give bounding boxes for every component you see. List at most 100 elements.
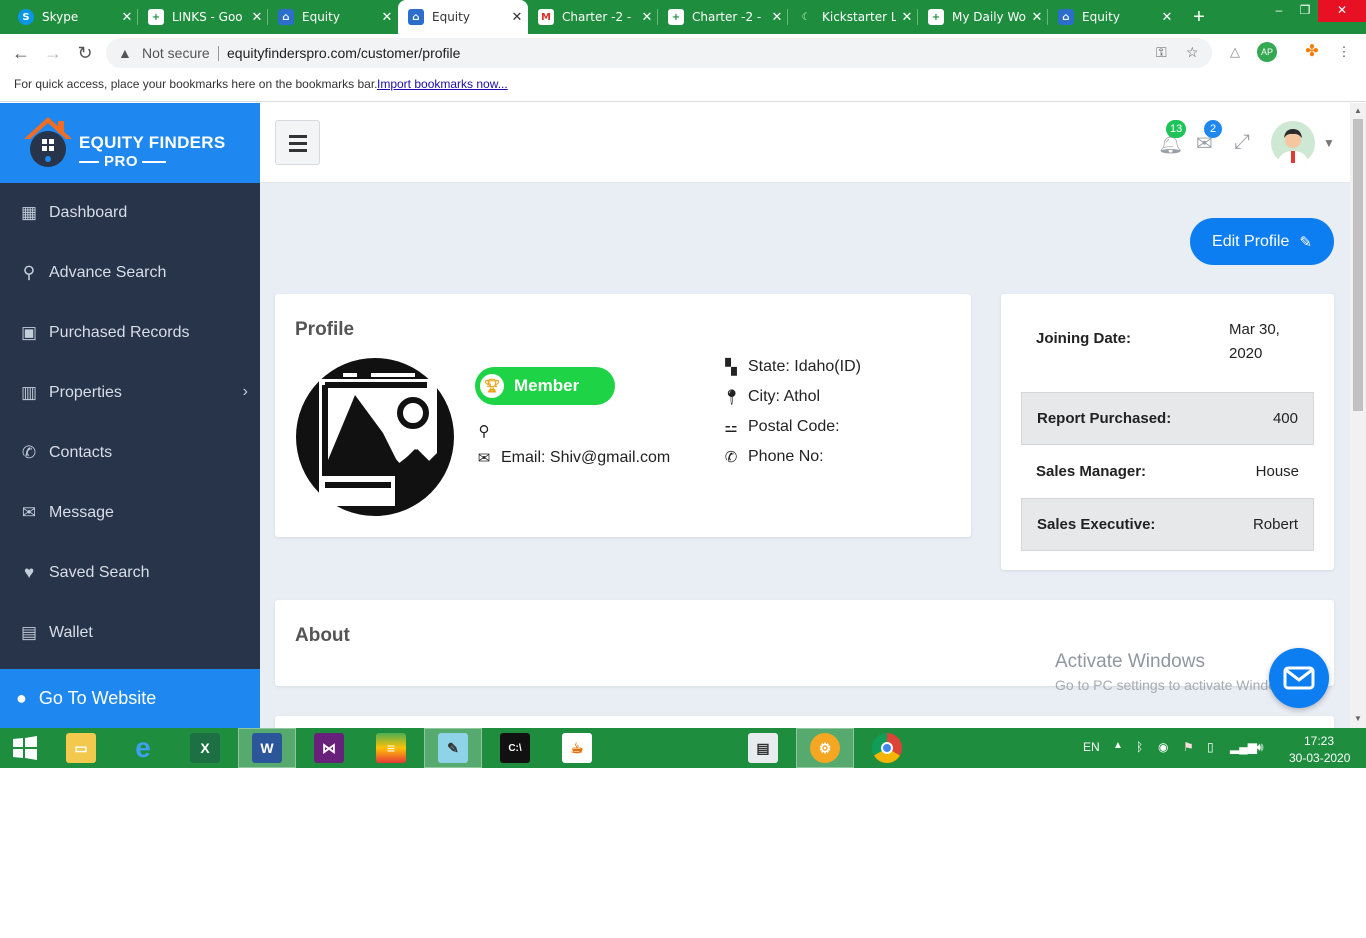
page-scrollbar[interactable]: ▲ ▼ bbox=[1350, 103, 1366, 728]
sidebar-item-purchased-records[interactable]: ▣ Purchased Records bbox=[0, 303, 260, 363]
building-icon: ▥ bbox=[20, 383, 38, 402]
excel-icon: X bbox=[190, 733, 220, 763]
close-icon[interactable]: ✕ bbox=[766, 10, 788, 25]
sidebar-item-properties[interactable]: ▥ Properties › bbox=[0, 363, 260, 423]
taskbar-java[interactable]: ☕︎ bbox=[548, 728, 606, 768]
sidebar-item-contacts[interactable]: ✆ Contacts bbox=[0, 423, 260, 483]
scroll-up-icon[interactable]: ▲ bbox=[1353, 106, 1363, 115]
notepad-icon: ✎ bbox=[438, 733, 468, 763]
close-icon[interactable]: ✕ bbox=[246, 10, 268, 25]
sidebar-item-saved-search[interactable]: ♥ Saved Search bbox=[0, 543, 260, 603]
sales-manager-label: Sales Manager: bbox=[1036, 463, 1147, 480]
volume-icon[interactable]: 🔊︎ bbox=[1256, 740, 1264, 755]
sidebar-item-label: Dashboard bbox=[49, 204, 128, 221]
window-app-icon: ▤ bbox=[748, 733, 778, 763]
profile-image-placeholder-icon bbox=[296, 358, 454, 516]
tab-title: Kickstarter L bbox=[822, 10, 896, 24]
logo[interactable]: EQUITY FINDERS PRO bbox=[0, 103, 260, 183]
report-purchased-label: Report Purchased: bbox=[1037, 410, 1172, 427]
tab-equity-2[interactable]: ⌂ Equity ✕ bbox=[1048, 0, 1178, 34]
envelope-icon bbox=[1283, 666, 1315, 690]
taskbar-word[interactable]: W bbox=[238, 728, 296, 768]
new-tab-button[interactable]: + bbox=[1186, 4, 1212, 30]
bluetooth-icon[interactable]: ᛒ bbox=[1136, 740, 1143, 754]
clock-date[interactable]: 30-03-2020 bbox=[1289, 751, 1350, 765]
taskbar-notepad[interactable]: ✎ bbox=[424, 728, 482, 768]
sheets-icon: + bbox=[148, 9, 164, 25]
avatar[interactable] bbox=[1271, 121, 1315, 165]
map-icon: ▚ bbox=[725, 359, 737, 376]
tab-kickstarter[interactable]: ☾ Kickstarter L ✕ bbox=[788, 0, 918, 34]
close-icon[interactable]: ✕ bbox=[896, 10, 918, 25]
tab-links[interactable]: + LINKS - Goo ✕ bbox=[138, 0, 268, 34]
start-button[interactable] bbox=[0, 728, 50, 768]
taskbar-excel[interactable]: X bbox=[176, 728, 234, 768]
tab-charter-mail[interactable]: M Charter -2 - ✕ bbox=[528, 0, 658, 34]
membership-badge: 🏆︎ Member bbox=[475, 367, 615, 405]
go-to-website-label: Go To Website bbox=[38, 688, 157, 708]
forward-button[interactable]: → bbox=[42, 42, 64, 64]
import-bookmarks-link[interactable]: Import bookmarks now... bbox=[377, 77, 508, 91]
flag-icon[interactable]: ⚑ bbox=[1183, 740, 1194, 754]
address-bar[interactable]: ▲ Not secure equityfinderspro.com/custom… bbox=[106, 38, 1212, 68]
extension-fox-icon[interactable]: ✤ bbox=[1302, 42, 1322, 62]
chevron-down-icon[interactable]: ▼ bbox=[1323, 136, 1335, 150]
sidebar-item-dashboard[interactable]: ▦ Dashboard bbox=[0, 183, 260, 243]
edit-profile-button[interactable]: Edit Profile ✎ bbox=[1190, 218, 1334, 265]
fullscreen-icon[interactable]: ⤢ bbox=[1234, 131, 1250, 154]
close-icon[interactable]: ✕ bbox=[636, 10, 658, 25]
sidebar-item-label: Properties bbox=[49, 384, 122, 401]
taskbar-visual-studio[interactable]: ⋈ bbox=[300, 728, 358, 768]
phone-row: ✆ Phone No: bbox=[722, 448, 824, 466]
battery-icon[interactable]: ▯ bbox=[1207, 740, 1214, 754]
minimize-button[interactable]: – bbox=[1264, 0, 1294, 22]
taskbar-settings-app[interactable]: ⚙ bbox=[796, 728, 854, 768]
taskbar-bluestacks[interactable]: ≡ bbox=[362, 728, 420, 768]
bookmarks-bar: For quick access, place your bookmarks h… bbox=[0, 72, 1366, 102]
sidebar-item-message[interactable]: ✉ Message bbox=[0, 483, 260, 543]
signal-icon[interactable]: ▂▄▆ bbox=[1230, 740, 1257, 754]
extension-ap-icon[interactable]: AP bbox=[1257, 42, 1277, 62]
phone-icon: ✆ bbox=[724, 449, 738, 466]
reload-button[interactable]: ↻ bbox=[74, 42, 96, 64]
scroll-thumb[interactable] bbox=[1353, 119, 1363, 411]
tab-skype[interactable]: S Skype ✕ bbox=[8, 0, 138, 34]
taskbar-file-explorer[interactable]: ▭ bbox=[52, 728, 110, 768]
key-icon[interactable]: ⚿ bbox=[1156, 44, 1167, 61]
close-icon[interactable]: ✕ bbox=[116, 10, 138, 25]
sidebar-item-wallet[interactable]: ▤ Wallet bbox=[0, 603, 260, 663]
close-icon[interactable]: ✕ bbox=[506, 10, 528, 25]
sidebar-item-advance-search[interactable]: ⚲ Advance Search bbox=[0, 243, 260, 303]
close-icon[interactable]: ✕ bbox=[376, 10, 398, 25]
taskbar-window-app[interactable]: ▤ bbox=[734, 728, 792, 768]
clock-time[interactable]: 17:23 bbox=[1304, 734, 1334, 748]
extension-drive-icon[interactable]: △ bbox=[1225, 42, 1245, 62]
tab-charter-sheet[interactable]: + Charter -2 - ✕ bbox=[658, 0, 788, 34]
tray-app-icon[interactable]: ◉ bbox=[1158, 740, 1168, 754]
go-to-website-button[interactable]: ● Go To Website bbox=[0, 669, 260, 728]
taskbar-cmd[interactable]: C:\ bbox=[486, 728, 544, 768]
menu-toggle-button[interactable] bbox=[275, 120, 320, 165]
back-button[interactable]: ← bbox=[10, 42, 32, 64]
close-icon[interactable]: ✕ bbox=[1156, 10, 1178, 25]
tab-equity-active[interactable]: ⌂ Equity ✕ bbox=[398, 0, 528, 34]
taskbar-internet-explorer[interactable]: e bbox=[114, 728, 172, 768]
close-icon[interactable]: ✕ bbox=[1026, 10, 1048, 25]
city-text: City: Athol bbox=[748, 388, 821, 405]
url-text[interactable]: equityfinderspro.com/customer/profile bbox=[227, 45, 460, 61]
browser-toolbar: ← → ↻ ▲ Not secure equityfinderspro.com/… bbox=[0, 34, 1366, 72]
chat-button[interactable] bbox=[1269, 648, 1329, 708]
scroll-down-icon[interactable]: ▼ bbox=[1353, 714, 1363, 723]
restore-button[interactable]: ❐ bbox=[1294, 0, 1316, 22]
menu-kebab-icon[interactable]: ⋮ bbox=[1334, 42, 1354, 62]
tab-equity-1[interactable]: ⌂ Equity ✕ bbox=[268, 0, 398, 34]
language-indicator[interactable]: EN bbox=[1083, 740, 1100, 754]
tab-title: Equity bbox=[1082, 10, 1120, 24]
tray-expand-icon[interactable]: ▲ bbox=[1113, 740, 1123, 751]
tab-my-daily[interactable]: + My Daily Wo ✕ bbox=[918, 0, 1048, 34]
taskbar-chrome[interactable] bbox=[858, 728, 916, 768]
city-row: 📍︎ City: Athol bbox=[722, 388, 820, 406]
star-icon[interactable]: ☆ bbox=[1186, 44, 1199, 61]
window-close-button[interactable]: ✕ bbox=[1318, 0, 1366, 22]
profile-heading: Profile bbox=[295, 319, 355, 340]
